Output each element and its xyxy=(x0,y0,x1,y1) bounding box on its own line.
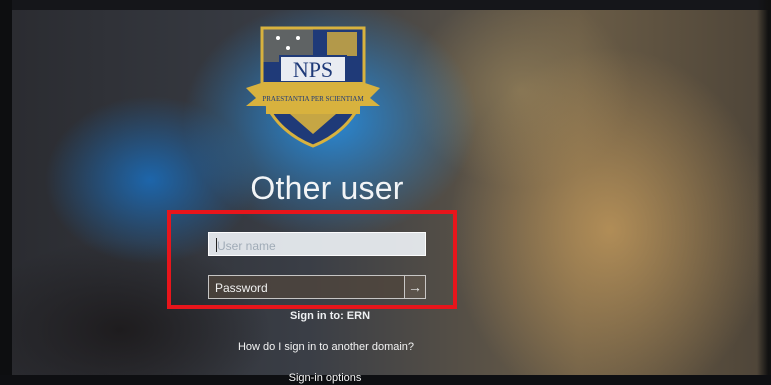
monitor-bezel-right xyxy=(757,0,771,385)
monitor-bezel-top xyxy=(0,0,771,10)
sign-in-domain-text: Sign in to: ERN xyxy=(289,310,371,322)
sign-in-options-link[interactable]: Sign-in options xyxy=(250,372,400,384)
logo-acronym-text: NPS xyxy=(293,57,333,82)
other-domain-link[interactable]: How do I sign in to another domain? xyxy=(196,341,456,353)
nps-shield-logo: NPS PRAESTANTIA PER SCIENTIAM xyxy=(246,26,380,148)
red-annotation-box xyxy=(167,210,457,309)
monitor-bezel-left xyxy=(0,0,12,385)
logo-motto-text: PRAESTANTIA PER SCIENTIAM xyxy=(262,95,364,103)
account-title: Other user xyxy=(250,170,404,206)
